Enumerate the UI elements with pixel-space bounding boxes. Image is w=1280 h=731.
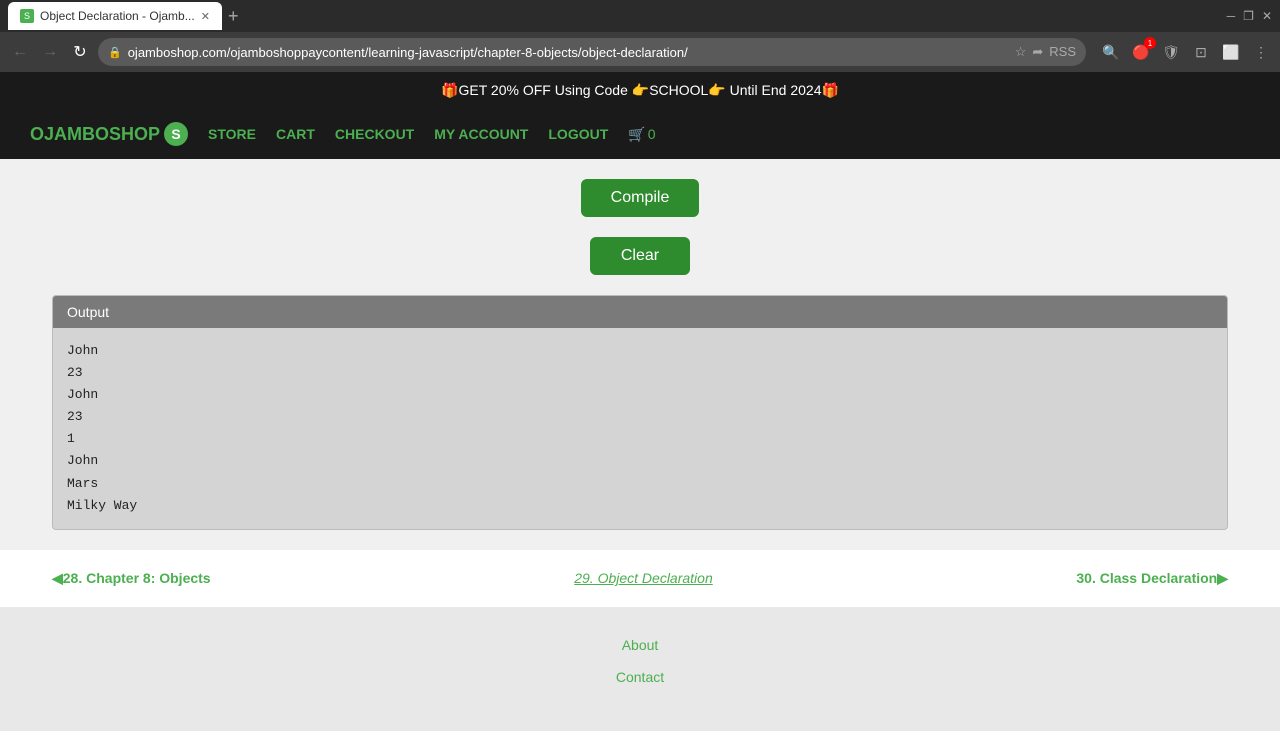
nav-cart-link[interactable]: CART xyxy=(276,126,315,142)
close-window-icon[interactable]: ✕ xyxy=(1262,9,1272,23)
nav-checkout-link[interactable]: CHECKOUT xyxy=(335,126,414,142)
output-line: Milky Way xyxy=(67,495,1213,517)
clear-button[interactable]: Clear xyxy=(590,237,690,275)
extension-badge-icon[interactable]: 🔴 xyxy=(1130,41,1152,63)
current-page-link[interactable]: 29. Object Declaration xyxy=(574,570,713,586)
footer: About Contact xyxy=(0,607,1280,731)
output-line: 23 xyxy=(67,406,1213,428)
tab-favicon: S xyxy=(20,9,34,23)
output-header: Output xyxy=(53,296,1227,328)
address-bar-actions: ☆ ➦ RSS xyxy=(1015,44,1076,60)
cart-count: 0 xyxy=(648,126,656,142)
back-button[interactable]: ← xyxy=(8,40,32,64)
forward-button[interactable]: → xyxy=(38,40,62,64)
main-navigation: OJAMBOSHOP S STORE CART CHECKOUT MY ACCO… xyxy=(0,109,1280,159)
output-line: John xyxy=(67,340,1213,362)
promo-text: 🎁GET 20% OFF Using Code 👉SCHOOL👉 Until E… xyxy=(441,82,839,98)
contact-link[interactable]: Contact xyxy=(30,669,1250,685)
address-bar-container[interactable]: 🔒 ☆ ➦ RSS xyxy=(98,38,1086,66)
about-link[interactable]: About xyxy=(30,637,1250,653)
tab-close-button[interactable]: ✕ xyxy=(201,10,210,23)
browser-navigation: ← → ↻ 🔒 ☆ ➦ RSS 🔍 🔴 🛡 ⊡ ⬜ ⋮ xyxy=(0,32,1280,72)
cart-icon-wrap[interactable]: 🛒 0 xyxy=(628,126,655,143)
nav-store-link[interactable]: STORE xyxy=(208,126,256,142)
browser-chrome: S Object Declaration - Ojamb... ✕ + ─ ❐ … xyxy=(0,0,1280,72)
nav-logout-link[interactable]: LOGOUT xyxy=(548,126,608,142)
reload-button[interactable]: ↻ xyxy=(68,40,92,64)
screenshot-icon[interactable]: ⬜ xyxy=(1220,41,1242,63)
next-page-link[interactable]: 30. Class Declaration▶ xyxy=(1076,570,1228,587)
active-tab[interactable]: S Object Declaration - Ojamb... ✕ xyxy=(8,2,222,30)
page-navigation: ◀28. Chapter 8: Objects 29. Object Decla… xyxy=(0,550,1280,607)
share-icon[interactable]: ➦ xyxy=(1032,44,1043,60)
output-line: Mars xyxy=(67,473,1213,495)
output-line: John xyxy=(67,450,1213,472)
tab-bar: S Object Declaration - Ojamb... ✕ + ─ ❐ … xyxy=(0,0,1280,32)
page-content: 🎁GET 20% OFF Using Code 👉SCHOOL👉 Until E… xyxy=(0,72,1280,731)
extension-shield-icon[interactable]: 🛡 xyxy=(1160,41,1182,63)
security-icon: 🔒 xyxy=(108,46,122,59)
output-line: 23 xyxy=(67,362,1213,384)
output-line: 1 xyxy=(67,428,1213,450)
new-tab-button[interactable]: + xyxy=(222,6,245,27)
tab-title: Object Declaration - Ojamb... xyxy=(40,9,195,23)
search-icon[interactable]: 🔍 xyxy=(1100,41,1122,63)
output-line: John xyxy=(67,384,1213,406)
minimize-icon[interactable]: ─ xyxy=(1227,9,1236,23)
cart-icon: 🛒 xyxy=(628,126,645,143)
main-area: Compile Clear Output John23John231JohnMa… xyxy=(0,159,1280,550)
rss-icon: RSS xyxy=(1049,44,1076,60)
promo-banner: 🎁GET 20% OFF Using Code 👉SCHOOL👉 Until E… xyxy=(0,72,1280,109)
window-controls: ─ ❐ ✕ xyxy=(1227,9,1272,23)
nav-myaccount-link[interactable]: MY ACCOUNT xyxy=(434,126,528,142)
settings-icon[interactable]: ⋮ xyxy=(1250,41,1272,63)
logo-link[interactable]: OJAMBOSHOP S xyxy=(30,122,188,146)
bookmark-icon[interactable]: ☆ xyxy=(1015,44,1027,60)
reading-mode-icon[interactable]: ⊡ xyxy=(1190,41,1212,63)
output-panel: Output John23John231JohnMarsMilky Way xyxy=(52,295,1228,530)
output-body: John23John231JohnMarsMilky Way xyxy=(53,328,1227,529)
restore-icon[interactable]: ❐ xyxy=(1243,9,1254,23)
address-input[interactable] xyxy=(128,45,1009,60)
logo-text: OJAMBOSHOP xyxy=(30,124,160,145)
logo-s-badge: S xyxy=(164,122,188,146)
compile-button[interactable]: Compile xyxy=(581,179,700,217)
browser-extensions: 🔍 🔴 🛡 ⊡ ⬜ ⋮ xyxy=(1100,41,1272,63)
prev-page-link[interactable]: ◀28. Chapter 8: Objects xyxy=(52,570,211,587)
